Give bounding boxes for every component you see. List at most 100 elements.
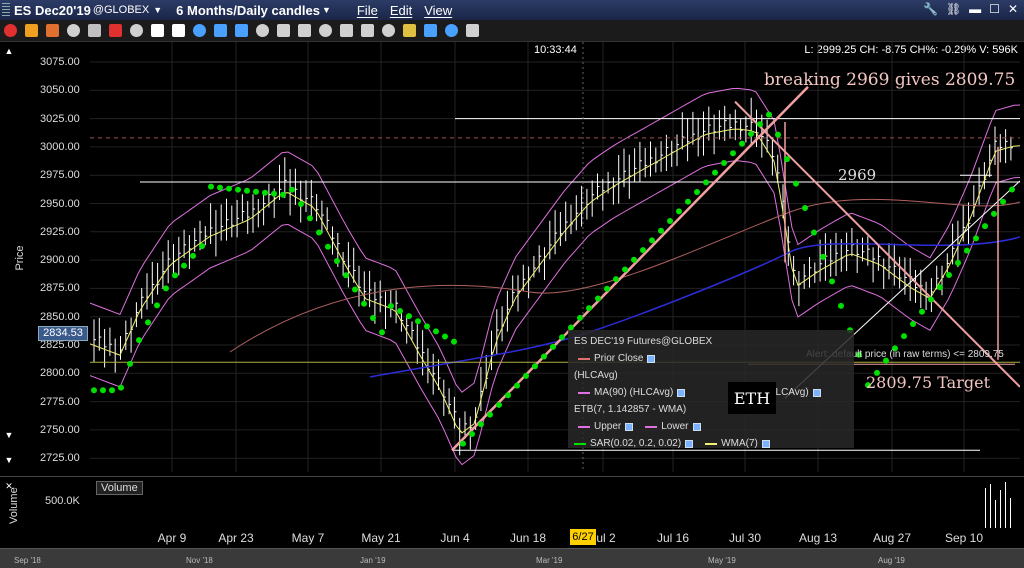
save-icon[interactable] [424,24,437,37]
sar-dot [523,372,529,379]
prior-close-checkbox[interactable] [647,354,656,363]
volume-bar [995,500,996,528]
sar-dot [154,302,160,309]
rotate-icon[interactable] [214,24,227,37]
sar-dot [505,392,511,399]
price-tick: 3000.00 [40,140,80,153]
hand-icon[interactable] [193,24,206,37]
expand-icon[interactable] [382,24,395,37]
minimize-icon[interactable]: ▬ [969,2,981,16]
crosshair-icon[interactable] [25,24,38,37]
sar-dot [181,262,187,269]
overview-tick: Jan '19 [360,556,386,565]
bar-icon[interactable] [151,24,164,37]
undo-icon[interactable] [67,24,80,37]
legend-ma-row[interactable]: MA(90) (HLCAvg) 3) (HLCAvg) [574,384,848,401]
title-bar: ES Dec20'19 @GLOBEX ▼ 6 Months/Daily can… [0,0,1024,20]
menu-file[interactable]: File [357,3,378,18]
menu-view[interactable]: View [424,3,452,18]
wrench-icon[interactable]: 🔧 [923,2,938,16]
draw-icon[interactable] [109,24,122,37]
pen-icon[interactable] [46,24,59,37]
price-tick: 2875.00 [40,282,80,295]
symbol-dropdown-icon[interactable]: ▼ [153,5,162,15]
sar-dot [622,266,628,273]
link-icon[interactable] [445,24,458,37]
cursor-icon[interactable] [4,24,17,37]
sar-dot [964,247,970,254]
ma2-checkbox[interactable] [812,388,821,397]
link-icon[interactable]: ⛓ [946,2,961,16]
sar-dot [325,243,331,250]
sar-dot [424,323,430,330]
lock-icon[interactable] [466,24,479,37]
sar-dot [442,333,448,340]
side-minus-icon[interactable]: ▼ [4,430,14,440]
settings-icon[interactable] [130,24,143,37]
zoom-out-icon[interactable] [340,24,353,37]
legend-prior-close-row[interactable]: Prior Close [574,350,848,367]
legend-bands-row[interactable]: Upper Lower [574,418,848,435]
overview-scrollbar[interactable]: Sep '18 Nov '18 Jan '19 Mar '19 May '19 Aug '… [0,548,1024,568]
price-tick: 2925.00 [40,225,80,238]
etb-label: ETB(7, 1.142857 - WMA) [574,404,687,415]
sar-dot [631,256,637,263]
sar-dot [379,329,385,336]
close-icon[interactable]: ✕ [1008,2,1018,16]
eraser-icon[interactable] [277,24,290,37]
wma-swatch [705,442,718,445]
sar-dot [253,188,259,195]
zoom-in-icon[interactable] [319,24,332,37]
print-icon[interactable] [403,24,416,37]
upper-label: Upper [594,421,622,432]
side-plus-icon[interactable]: ▲ [4,46,14,56]
sar-dot [361,300,367,307]
sar-dot [559,334,565,341]
sar-dot [145,319,151,326]
sar-dot [271,190,277,197]
grid-icon[interactable] [172,24,185,37]
lower-label: Lower [661,421,689,432]
price-chart[interactable] [90,42,1020,472]
reset-icon[interactable] [361,24,374,37]
upper-swatch [578,425,590,428]
price-tick: 2775.00 [40,395,80,408]
legend-sar-row[interactable]: SAR(0.02, 0.2, 0.02) WMA(7) [574,435,848,452]
sar-dot [136,337,142,344]
cursor-date-box: 6/27 [570,529,596,545]
period-selector[interactable]: 6 Months/Daily candles [176,3,320,18]
circle-icon[interactable] [88,24,101,37]
sar-dot [235,186,241,193]
wma-checkbox[interactable] [761,439,770,448]
sar-dot [829,278,835,285]
drag-grip-icon[interactable] [2,3,10,17]
maximize-icon[interactable]: ☐ [989,2,1000,16]
sar-dot [712,169,718,176]
sar-dot [649,237,655,244]
overview-tick: Aug '19 [878,556,905,565]
date-tick: Apr 9 [157,531,187,545]
prior-close-label: Prior Close [594,353,644,364]
volume-bar [1000,490,1001,528]
date-axis: Apr 9 Apr 23 May 7 May 21 Jun 4 Jun 18 Jul 2 Ju… [0,528,1024,546]
volume-tick: 500.0K [45,495,80,507]
exchange-label[interactable]: @GLOBEX [93,4,149,16]
sar-dot [298,200,304,207]
sar-swatch [574,442,586,445]
sar-checkbox[interactable] [685,439,694,448]
toolbar [0,20,1024,42]
sar-dot [739,140,745,147]
period-dropdown-icon[interactable]: ▼ [322,5,331,15]
price-tick: 3025.00 [40,112,80,125]
fib-icon[interactable] [298,24,311,37]
lower-checkbox[interactable] [692,422,701,431]
line-icon[interactable] [235,24,248,37]
symbol-label[interactable]: ES Dec20'19 [14,3,91,18]
text-icon[interactable] [256,24,269,37]
sar-dot [280,191,286,198]
menu-edit[interactable]: Edit [390,3,412,18]
sar-dot [406,313,412,320]
upper-checkbox[interactable] [625,422,634,431]
ma-checkbox[interactable] [677,388,686,397]
side-expand-icon[interactable]: ▼ [4,455,14,465]
